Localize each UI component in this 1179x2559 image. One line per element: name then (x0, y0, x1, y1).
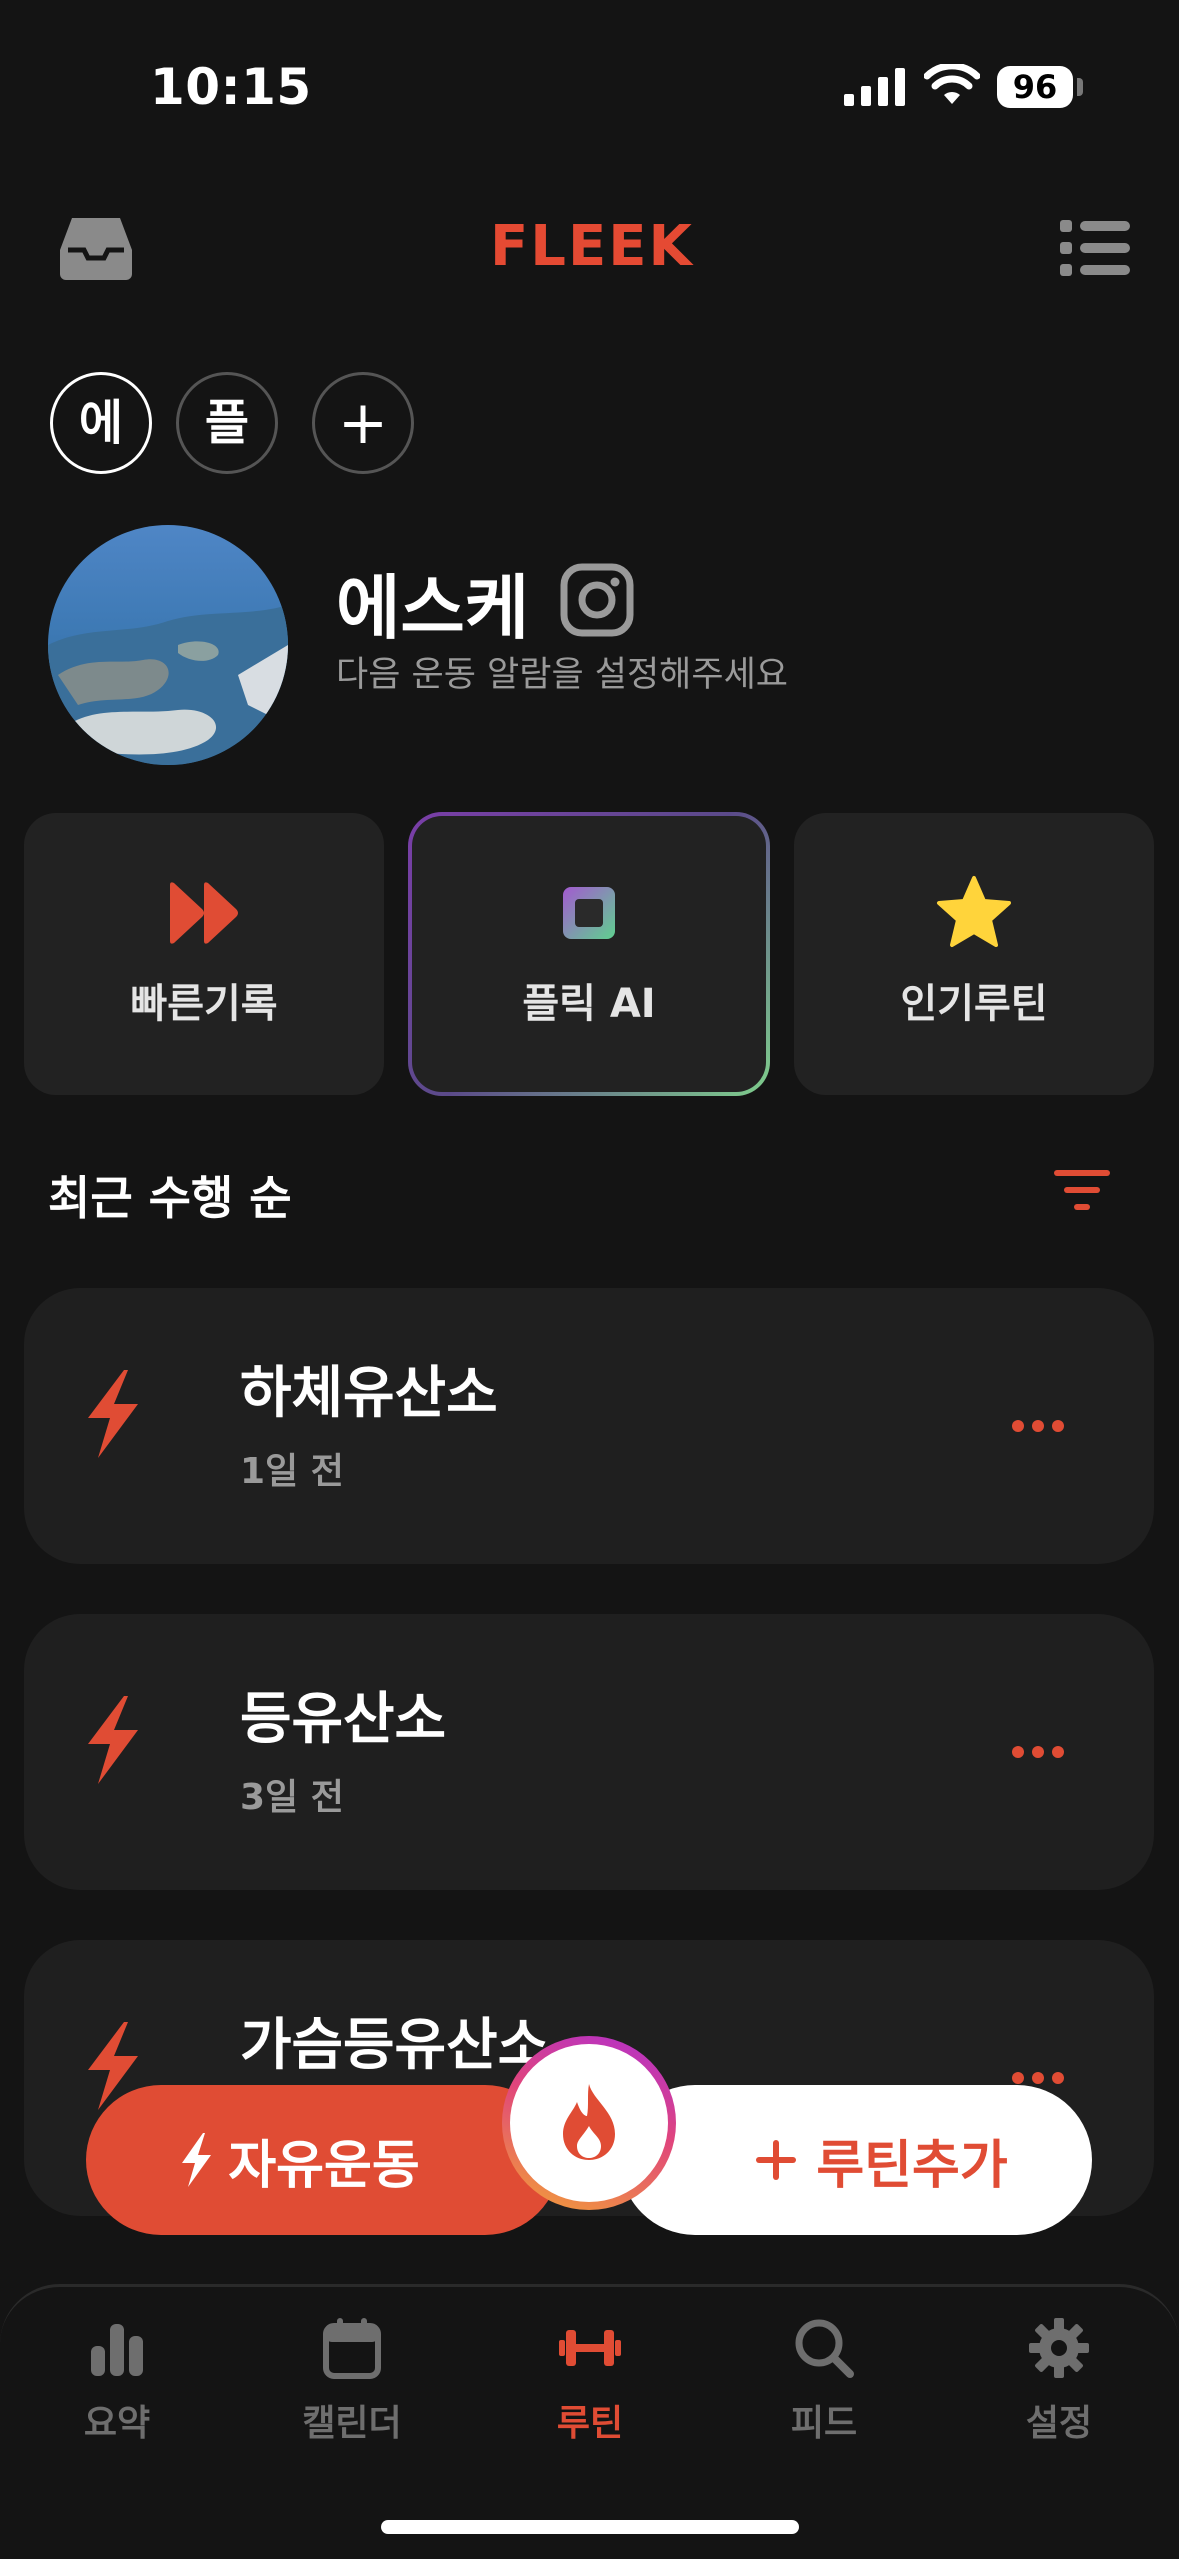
chip-icon (549, 873, 629, 953)
inbox-icon[interactable] (58, 214, 134, 282)
free-workout-label: 자유운동 (228, 2135, 420, 2196)
status-time: 10:15 (150, 58, 312, 116)
more-options-icon[interactable] (1002, 1406, 1082, 1446)
tab-label: 캘린더 (302, 2403, 402, 2444)
routine-title: 가슴등유산소 (240, 2013, 550, 2078)
sort-order-label: 최근 수행 순 (48, 1171, 292, 1225)
fleek-ai-tile[interactable]: 플릭 AI (408, 812, 770, 1096)
lightning-icon (68, 1692, 154, 1788)
tab-label: 요약 (83, 2403, 151, 2444)
tab-summary[interactable]: 요약 (37, 2316, 197, 2446)
cellular-signal-icon (844, 68, 906, 106)
tab-label: 피드 (790, 2403, 858, 2444)
profile-chip[interactable]: 플 (176, 372, 278, 474)
search-icon (792, 2316, 856, 2380)
tab-settings[interactable]: 설정 (979, 2316, 1139, 2446)
star-icon (934, 873, 1014, 953)
avatar[interactable] (48, 525, 288, 765)
routine-title: 하체유산소 (240, 1361, 498, 1426)
add-routine-button[interactable]: 루틴추가 (620, 2085, 1092, 2235)
quick-record-tile[interactable]: 빠른기록 (24, 813, 384, 1095)
quick-record-label: 빠른기록 (130, 981, 278, 1027)
popular-routine-tile[interactable]: 인기루틴 (794, 813, 1154, 1095)
wifi-icon (924, 64, 980, 106)
routine-last-done: 1일 전 (240, 1451, 344, 1492)
instagram-icon[interactable] (560, 563, 634, 637)
fire-icon (559, 2082, 619, 2162)
free-workout-button[interactable]: 자유운동 (86, 2085, 560, 2235)
gear-icon (1027, 2316, 1091, 2380)
filter-icon[interactable] (1054, 1168, 1110, 1212)
battery-level: 96 (997, 66, 1073, 108)
routine-last-done: 3일 전 (240, 1777, 344, 1818)
list-menu-icon[interactable] (1060, 218, 1130, 278)
lightning-icon (68, 1366, 154, 1462)
routine-card[interactable]: 등유산소 3일 전 (24, 1614, 1154, 1890)
home-indicator[interactable] (381, 2520, 799, 2534)
popular-routine-label: 인기루틴 (900, 981, 1048, 1027)
plus-icon (754, 2138, 798, 2182)
add-profile-button[interactable]: + (312, 372, 414, 474)
app-logo: FLEEK (490, 214, 694, 279)
tab-feed[interactable]: 피드 (744, 2316, 904, 2446)
add-routine-label: 루틴추가 (816, 2135, 1008, 2196)
fast-forward-icon (164, 873, 244, 953)
routine-card[interactable]: 하체유산소 1일 전 (24, 1288, 1154, 1564)
lightning-icon (176, 2131, 216, 2189)
routine-title: 등유산소 (240, 1687, 447, 1752)
tab-label: 설정 (1025, 2403, 1093, 2444)
dumbbell-icon (558, 2316, 622, 2380)
alarm-hint: 다음 운동 알람을 설정해주세요 (336, 655, 788, 695)
streak-fire-button[interactable] (502, 2036, 676, 2210)
calendar-icon (320, 2316, 384, 2380)
user-name: 에스케 (336, 567, 530, 649)
battery-nub (1077, 78, 1083, 96)
more-options-icon[interactable] (1002, 1732, 1082, 1772)
tab-calendar[interactable]: 캘린더 (272, 2316, 432, 2446)
tab-routine[interactable]: 루틴 (510, 2316, 670, 2446)
profile-chip-active[interactable]: 에 (50, 372, 152, 474)
tab-label: 루틴 (556, 2403, 624, 2444)
fleek-ai-label: 플릭 AI (522, 981, 656, 1027)
bar-chart-icon (85, 2316, 149, 2380)
